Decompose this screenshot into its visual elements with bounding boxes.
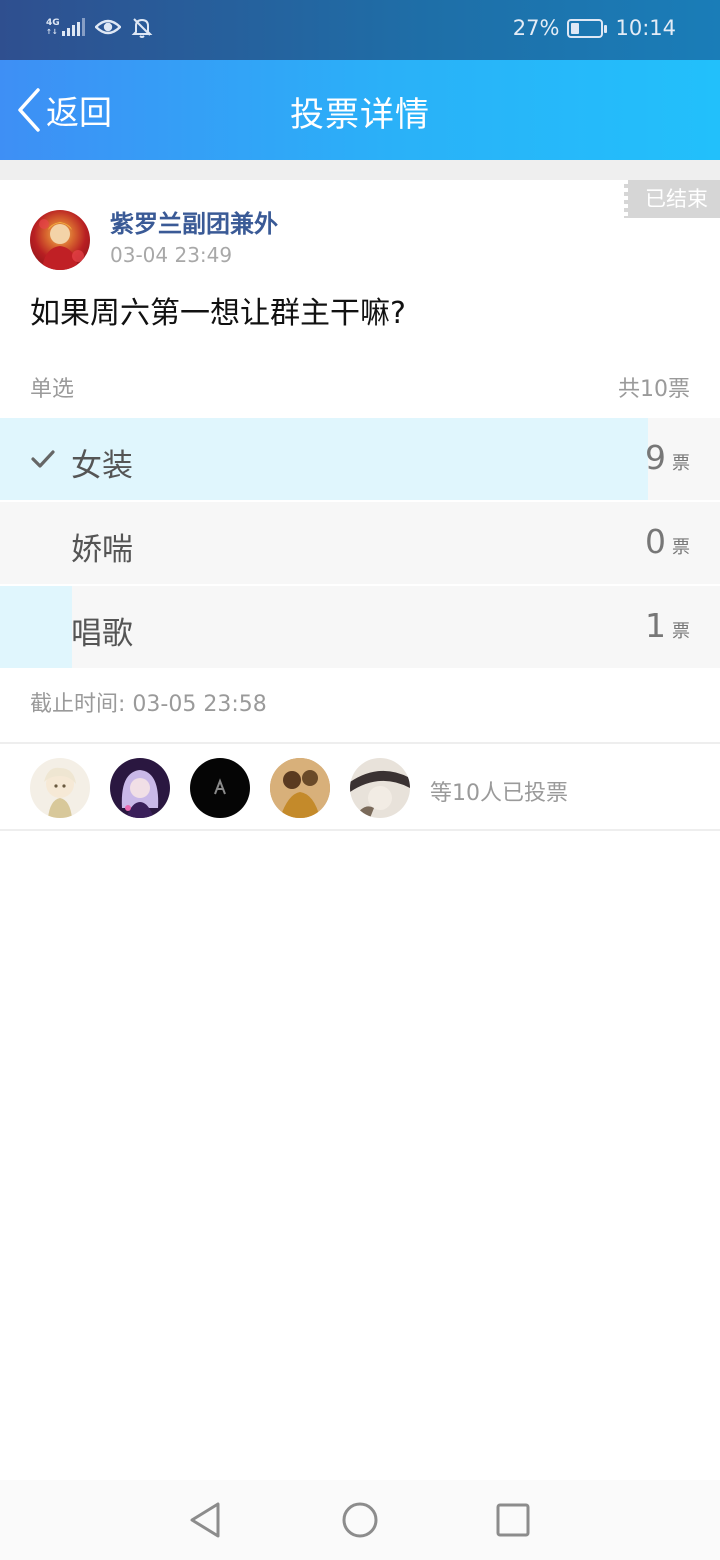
option-count: 1 票 xyxy=(645,606,690,645)
poll-option[interactable]: 唱歌 1 票 xyxy=(0,586,720,668)
status-icons-right: 27% 10:14 xyxy=(513,16,676,40)
option-label: 唱歌 xyxy=(71,616,133,652)
check-icon xyxy=(31,450,55,468)
deadline: 截止时间: 03-05 23:58 xyxy=(30,692,267,717)
recents-square-icon[interactable] xyxy=(493,1500,533,1540)
bell-off-icon xyxy=(131,18,153,38)
poll-total: 共10票 xyxy=(618,377,690,402)
vote-bar-fill xyxy=(0,586,72,668)
poll-option[interactable]: 女装 9 票 xyxy=(0,418,720,500)
vote-count: 9 xyxy=(645,438,666,477)
post-time: 03-04 23:49 xyxy=(110,243,233,267)
option-label: 娇喘 xyxy=(71,532,133,568)
title-bar: 返回 投票详情 xyxy=(0,60,720,160)
voters-summary[interactable]: 等10人已投票 xyxy=(430,775,568,807)
author-avatar[interactable] xyxy=(30,210,90,270)
eye-icon xyxy=(94,19,121,35)
home-circle-icon[interactable] xyxy=(340,1500,380,1540)
status-icons-left: 4G ↑↓ xyxy=(46,16,153,38)
section-divider xyxy=(0,160,720,180)
poll-option[interactable]: 娇喘 0 票 xyxy=(0,502,720,584)
signal-icon: 4G ↑↓ xyxy=(46,18,85,36)
vote-unit: 票 xyxy=(672,621,690,642)
option-count: 9 票 xyxy=(645,438,690,477)
divider xyxy=(0,742,720,744)
navigation-bar xyxy=(0,1480,720,1560)
battery-percent: 27% xyxy=(512,16,560,40)
poll-question: 如果周六第一想让群主干嘛? xyxy=(30,296,406,331)
voter-avatar[interactable] xyxy=(110,758,170,818)
status-badge: 已结束 xyxy=(624,180,720,218)
network-type-label: 4G xyxy=(46,18,60,28)
battery-icon xyxy=(567,18,608,38)
vote-count: 0 xyxy=(645,522,666,561)
voter-avatar[interactable] xyxy=(270,758,330,818)
vote-unit: 票 xyxy=(672,537,690,558)
page-title: 投票详情 xyxy=(290,95,430,135)
clock: 10:14 xyxy=(615,16,676,40)
vote-unit: 票 xyxy=(672,453,690,474)
voter-avatar[interactable] xyxy=(190,758,250,818)
voter-avatar[interactable] xyxy=(350,758,410,818)
status-bar: 4G ↑↓ 27% 10:14 xyxy=(0,0,720,60)
poll-type: 单选 xyxy=(30,377,75,402)
voter-avatar[interactable] xyxy=(30,758,90,818)
divider xyxy=(0,829,720,831)
vote-count: 1 xyxy=(645,606,666,645)
back-triangle-icon[interactable] xyxy=(186,1500,226,1540)
option-count: 0 票 xyxy=(645,522,690,561)
option-label: 女装 xyxy=(71,448,133,484)
author-name[interactable]: 紫罗兰副团兼外 xyxy=(110,204,278,239)
